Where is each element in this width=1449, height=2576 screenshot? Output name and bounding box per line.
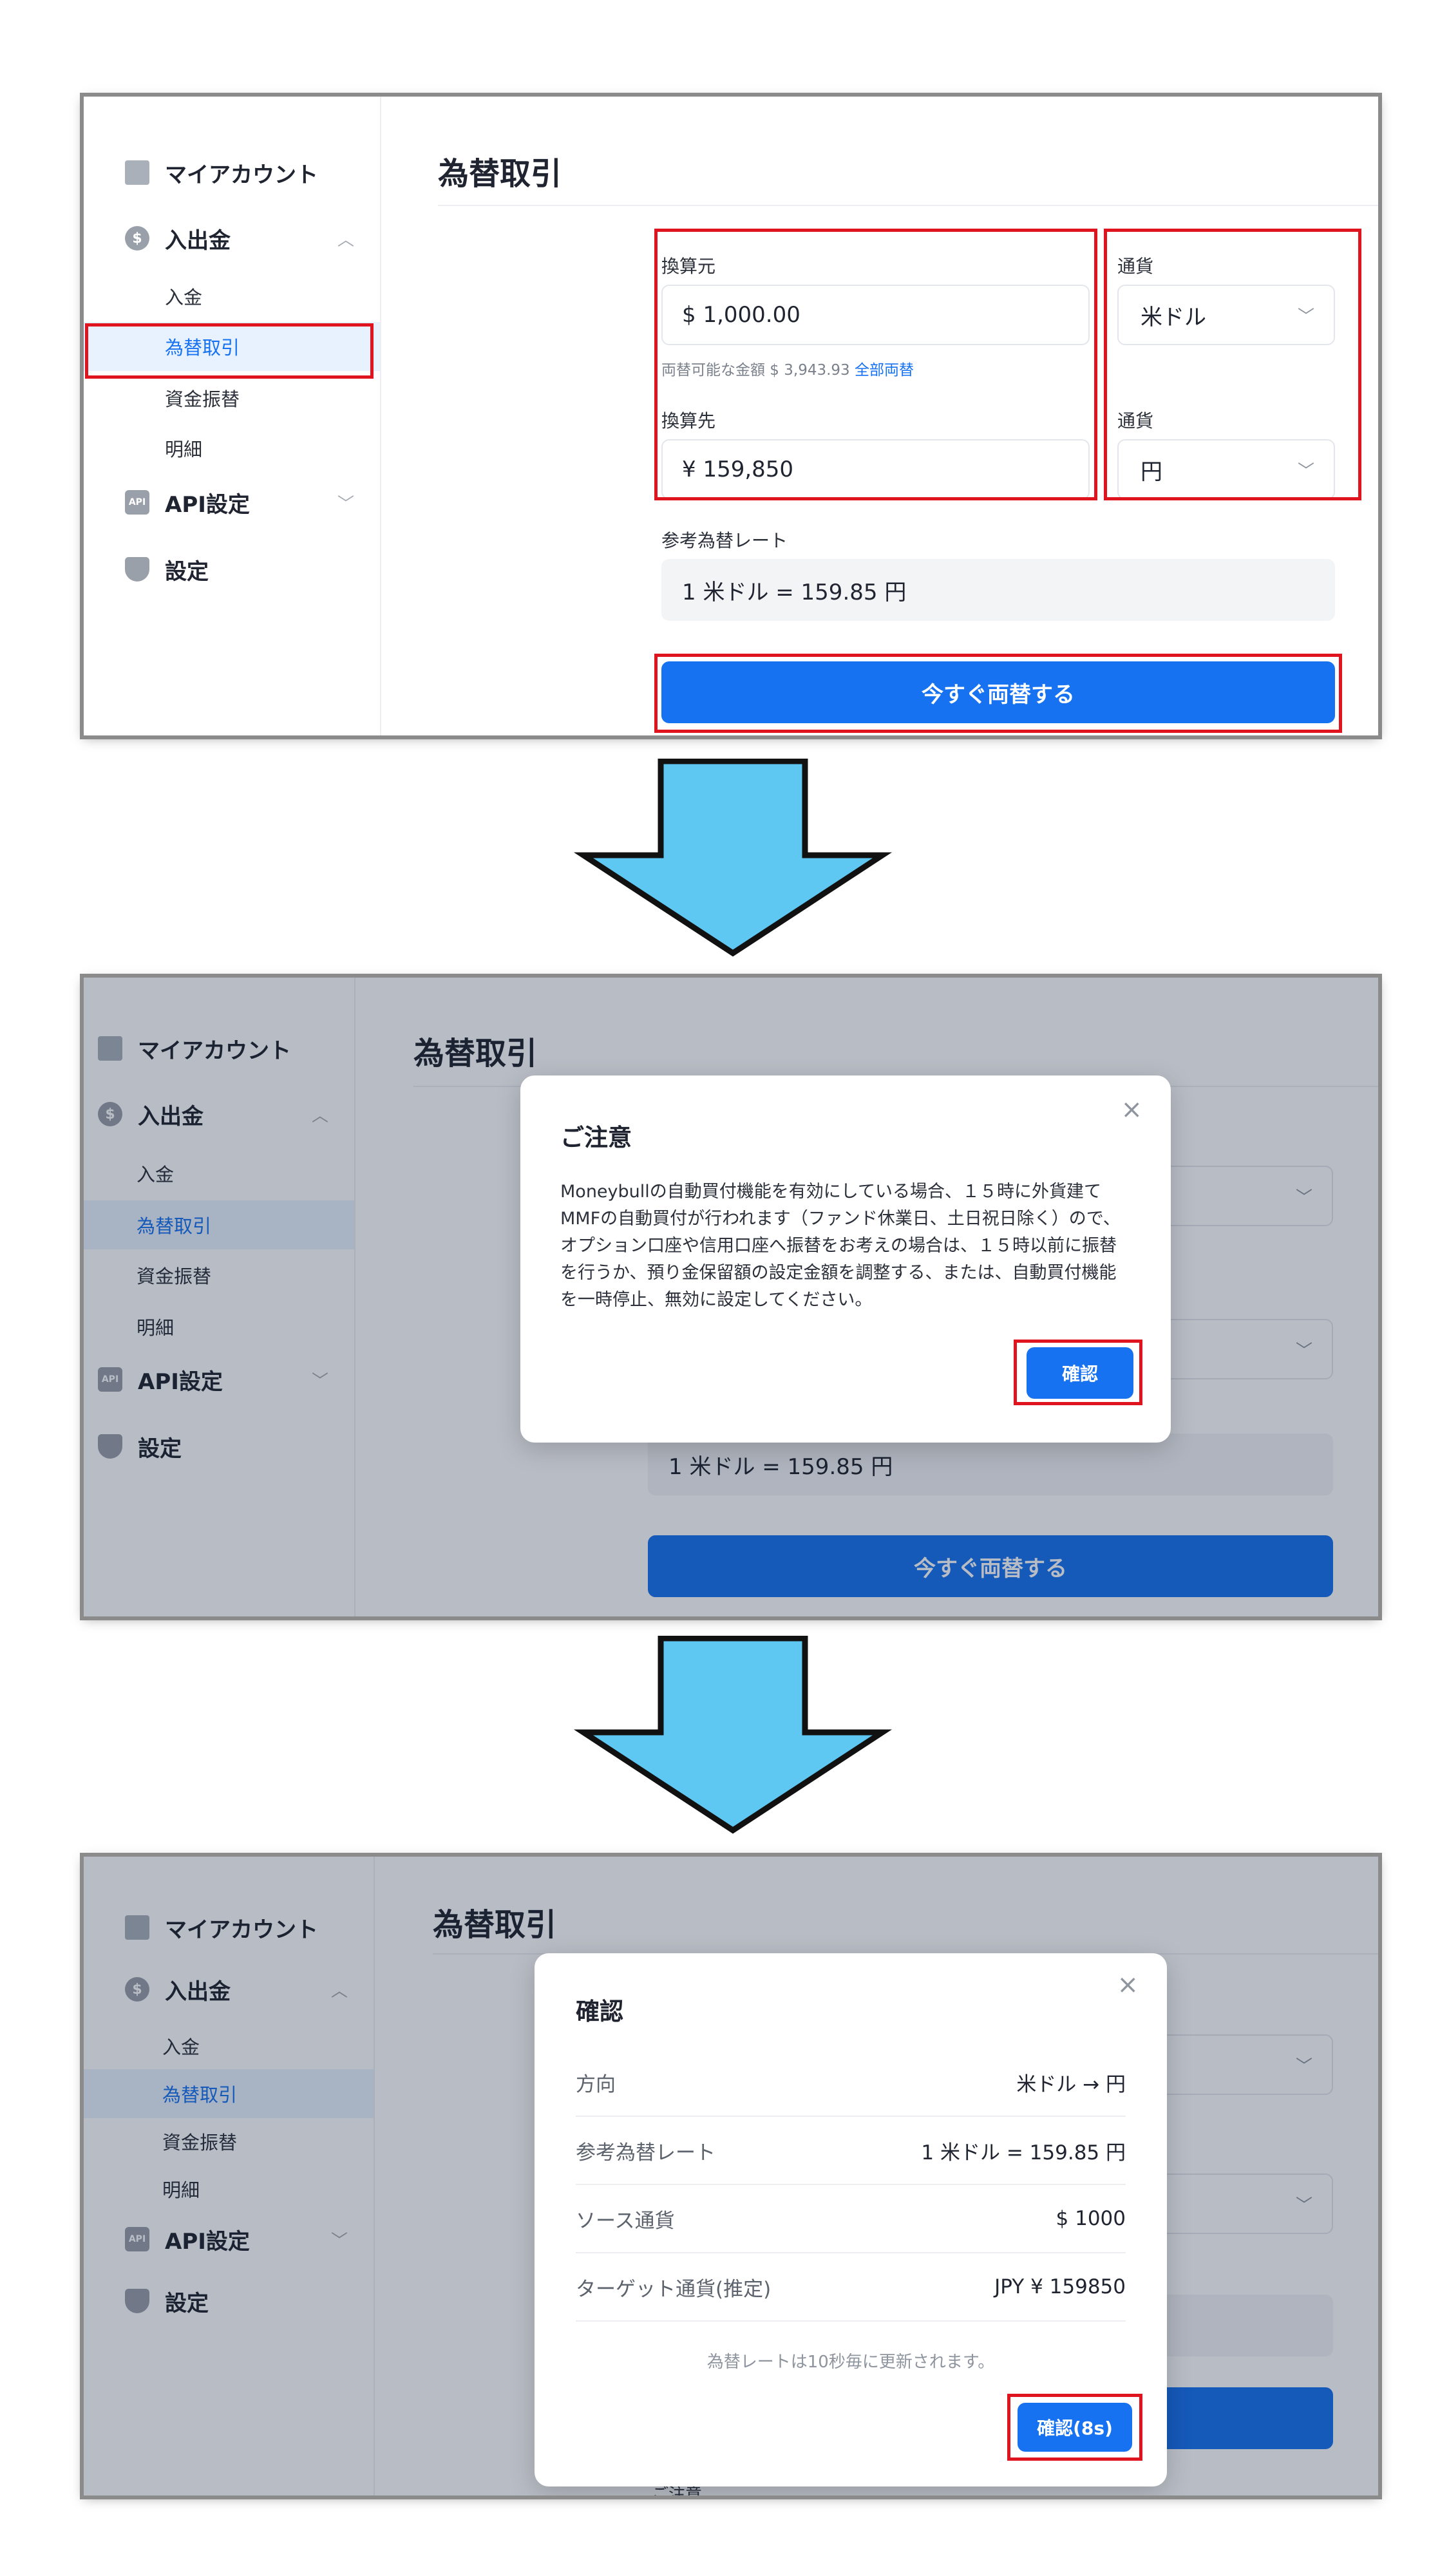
confirm-row-value: 1 米ドル = 159.85 円 [921,2141,1126,2164]
available-amount-text: 両替可能な金額 $ 3,943.93 [661,362,850,379]
sidebar-item-label: マイアカウント [165,162,318,188]
confirm-modal-title: 確認 [576,1998,623,2025]
sidebar-subitem-fund-transfer[interactable]: 資金振替 [84,374,380,422]
caution-modal: ご注意 × Moneybullの自動買付機能を有効にしている場合、１５時に外貨建… [520,1075,1171,1443]
caution-modal-body: Moneybullの自動買付機能を有効にしている場合、１５時に外貨建てMMFの自… [560,1182,1121,1310]
sidebar-item-settings[interactable]: 設定 [84,544,380,595]
exchange-screen-step-2: マイアカウント $ 入出金 ︿ 入金 為替取引 資金振替 明細 API API設… [84,978,1378,1616]
confirm-row-value: 米ドル → 円 [1016,2072,1126,2096]
confirm-countdown-button[interactable]: 確認(8s) [1018,2403,1132,2452]
caution-confirm-button[interactable]: 確認 [1027,1347,1133,1399]
target-amount-label: 換算先 [661,410,716,431]
source-amount-label: 換算元 [661,256,716,277]
exchange-now-button[interactable]: 今すぐ両替する [661,661,1335,723]
confirm-row-target-currency: ターゲット通貨(推定) JPY ¥ 159850 [576,2253,1126,2322]
available-amount-hint: 両替可能な金額 $ 3,943.93 全部両替 [661,357,914,379]
sidebar-item-label: 設定 [165,558,209,585]
api-icon: API [125,490,149,515]
main-content: 為替取引 換算元 $ 1,000.00 通貨 米ドル ﹀ 両替可能な金額 $ 3… [380,97,1378,735]
rate-refresh-note: 為替レートは10秒毎に更新されます。 [706,2353,995,2372]
close-icon[interactable]: × [1121,1095,1142,1124]
source-amount-input[interactable]: $ 1,000.00 [661,285,1090,345]
source-currency-label: 通貨 [1117,256,1154,277]
confirm-row-direction: 方向 米ドル → 円 [576,2049,1126,2117]
shield-icon [125,557,149,582]
target-currency-value: 円 [1141,459,1162,485]
chevron-up-icon: ︿ [337,230,354,250]
source-currency-select[interactable]: 米ドル ﹀ [1117,285,1335,345]
reference-rate-label: 参考為替レート [661,530,788,551]
confirm-row-value: JPY ¥ 159850 [994,2275,1126,2298]
confirm-modal: 確認 × 方向 米ドル → 円 参考為替レート 1 米ドル = 159.85 円… [535,1953,1167,2486]
confirm-row-key: ターゲット通貨(推定) [576,2277,772,2301]
sidebar-subitem-deposit[interactable]: 入金 [84,272,380,321]
title-divider [438,205,1378,206]
target-currency-label: 通貨 [1117,410,1154,431]
sidebar-subitem-fx-trading[interactable]: 為替取引 [84,322,380,371]
confirm-row-rate: 参考為替レート 1 米ドル = 159.85 円 [576,2117,1126,2185]
confirm-row-value: $ 1000 [1056,2207,1126,2230]
exchange-screen-step-1: マイアカウント $ 入出金 ︿ 入金 為替取引 資金振替 明細 API API設… [84,97,1378,735]
page-title: 為替取引 [438,156,562,192]
dollar-coin-icon: $ [125,226,149,251]
down-arrow-icon [573,759,893,957]
wallet-icon [125,160,149,185]
caution-modal-title: ご注意 [560,1124,632,1151]
target-amount-input[interactable]: ¥ 159,850 [661,439,1090,500]
sidebar-item-label: 入出金 [165,227,231,254]
source-currency-value: 米ドル [1141,304,1206,330]
close-icon[interactable]: × [1117,1970,1139,2000]
confirm-row-key: 方向 [576,2072,616,2096]
sidebar-subitem-statement[interactable]: 明細 [84,424,380,473]
confirm-row-key: 参考為替レート [576,2141,715,2164]
confirm-row-key: ソース通貨 [576,2209,675,2233]
exchange-all-link[interactable]: 全部両替 [855,362,914,379]
sidebar-item-deposit-withdraw[interactable]: $ 入出金 ︿ [84,213,380,264]
chevron-down-icon: ﹀ [1297,307,1314,327]
exchange-screen-step-3: マイアカウント $ 入出金 ︿ 入金 為替取引 資金振替 明細 API API設… [84,1857,1378,2496]
confirm-row-source-currency: ソース通貨 $ 1000 [576,2185,1126,2253]
chevron-down-icon: ﹀ [1297,461,1314,481]
sidebar-item-api-settings[interactable]: API API設定 ﹀ [84,477,380,528]
reference-rate-value: 1 米ドル = 159.85 円 [661,559,1335,621]
down-arrow-icon [573,1636,893,1834]
sidebar: マイアカウント $ 入出金 ︿ 入金 為替取引 資金振替 明細 API API設… [84,97,381,735]
chevron-down-icon: ﹀ [337,494,354,514]
sidebar-item-my-account[interactable]: マイアカウント [84,147,380,198]
sidebar-item-label: API設定 [165,491,250,518]
target-currency-select[interactable]: 円 ﹀ [1117,439,1335,500]
